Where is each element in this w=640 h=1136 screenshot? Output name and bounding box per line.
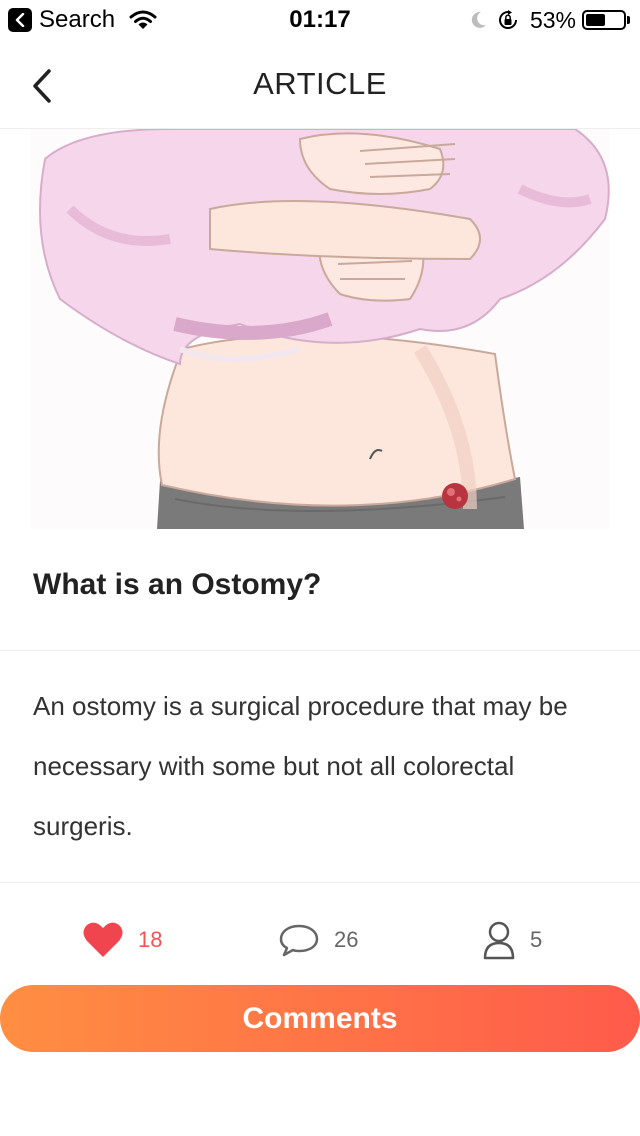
battery-icon <box>582 10 626 30</box>
comment-count-button[interactable]: 26 <box>278 910 358 970</box>
article-title: What is an Ostomy? <box>33 568 322 601</box>
divider <box>0 650 640 651</box>
divider <box>0 882 640 883</box>
comments-button[interactable]: Comments <box>0 985 640 1052</box>
article-stats: 18 26 5 <box>0 910 640 970</box>
like-count: 18 <box>138 927 163 952</box>
like-button[interactable]: 18 <box>82 910 162 970</box>
article-hero-image <box>0 129 640 529</box>
article-body: An ostomy is a surgical procedure that m… <box>33 691 568 841</box>
view-count: 5 <box>530 927 543 952</box>
page-title: ARTICLE <box>253 66 387 101</box>
battery-nub <box>627 16 630 24</box>
battery-percent: 53% <box>529 6 576 33</box>
user-icon <box>483 921 515 960</box>
view-count-button[interactable]: 5 <box>482 910 542 970</box>
moon-icon <box>471 11 486 28</box>
nav-bar: ARTICLE <box>0 40 640 129</box>
speech-bubble-icon <box>279 924 319 957</box>
comment-count: 26 <box>334 927 359 952</box>
heart-icon <box>83 922 123 957</box>
rotation-lock-icon <box>498 10 517 29</box>
status-bar: Search 01:17 53% <box>0 0 640 40</box>
battery-fill <box>586 14 605 26</box>
